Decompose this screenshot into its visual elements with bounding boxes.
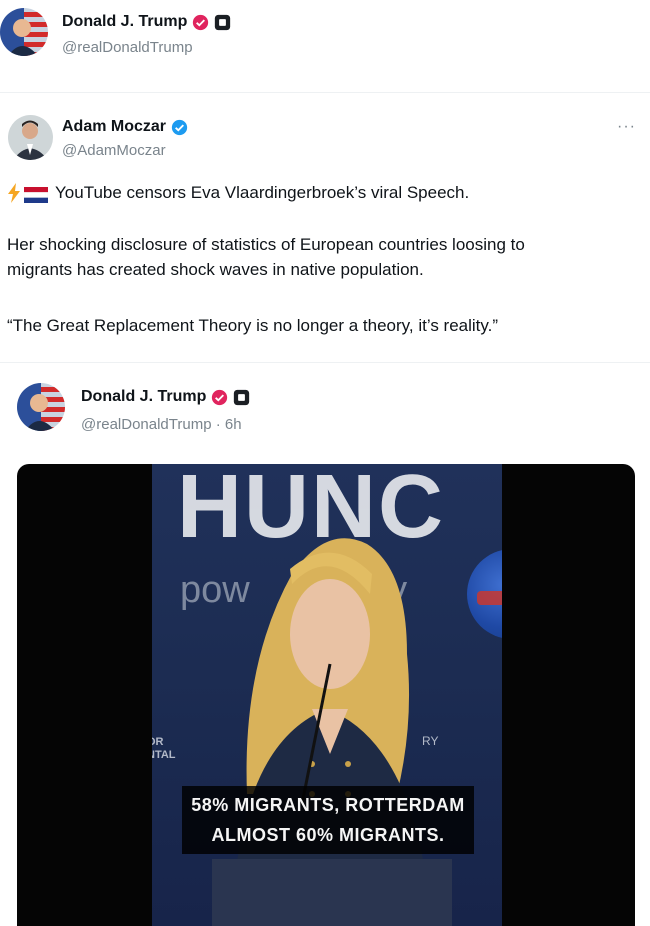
caption-line: 58% MIGRANTS, ROTTERDAM [191, 795, 465, 815]
post-text-line1: YouTube censors Eva Vlaardingerbroek’s v… [7, 180, 637, 205]
post-divider [0, 362, 650, 363]
display-name-text: Donald J. Trump [81, 388, 207, 405]
video-player[interactable]: HUNC pow py OR NTAL RY 58% MIGRANTS, ROT… [17, 464, 635, 926]
portrait-avatar-icon [8, 115, 53, 160]
caption-line: ALMOST 60% MIGRANTS. [211, 825, 445, 845]
avatar-quoted-post[interactable] [17, 383, 65, 431]
square-affiliation-badge-icon [214, 14, 231, 31]
avatar-main-post[interactable] [8, 115, 53, 160]
post-text-para2-line2: migrants has created shock waves in nati… [7, 260, 424, 279]
verified-badge-red-icon [192, 14, 209, 31]
speaker-figure [212, 538, 452, 926]
backdrop-side-text-right: RY [422, 734, 439, 748]
verified-badge-blue-icon [171, 119, 188, 136]
backdrop-side-text-left: OR NTAL [152, 736, 176, 761]
netherlands-flag-icon [23, 185, 49, 203]
display-name-text: Adam Moczar [62, 118, 167, 135]
verified-badge-red-icon [211, 389, 228, 406]
post-divider [0, 92, 650, 93]
handle-top[interactable]: @realDonaldTrump [62, 39, 193, 56]
post-text-quote: “The Great Replacement Theory is no long… [7, 316, 499, 335]
handle-quoted[interactable]: @realDonaldTrump · 6h [81, 416, 242, 433]
square-affiliation-badge-icon [233, 389, 250, 406]
post-text-para2-line1: Her shocking disclosure of statistics of… [7, 235, 525, 254]
display-name-text: Donald J. Trump [62, 13, 188, 30]
display-name-main[interactable]: Adam Moczar [62, 118, 188, 136]
post-text-headline: YouTube censors Eva Vlaardingerbroek’s v… [55, 183, 470, 202]
flag-portrait-avatar-icon [0, 8, 48, 56]
flag-portrait-avatar-icon [17, 383, 65, 431]
more-options-button[interactable]: ··· [617, 118, 636, 136]
lightning-icon [7, 182, 21, 203]
avatar-top-post[interactable] [0, 8, 48, 56]
handle-main[interactable]: @AdamMoczar [62, 142, 166, 159]
display-name-quoted[interactable]: Donald J. Trump [81, 388, 250, 406]
video-frame: HUNC pow py OR NTAL RY [152, 464, 502, 926]
video-caption: 58% MIGRANTS, ROTTERDAM ALMOST 60% MIGRA… [182, 786, 474, 854]
display-name-top[interactable]: Donald J. Trump [62, 13, 231, 31]
